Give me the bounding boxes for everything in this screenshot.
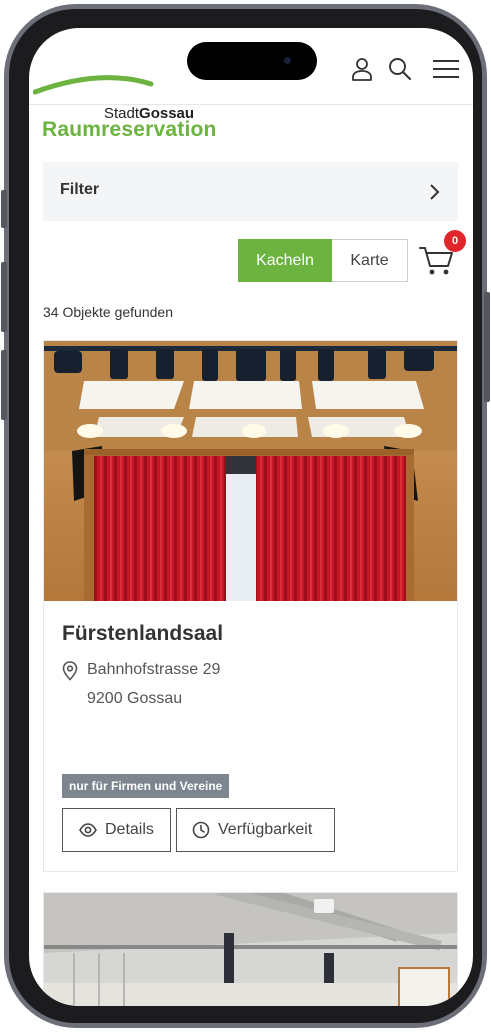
- view-toggle: Kacheln Karte: [238, 239, 408, 282]
- filter-label: Filter: [60, 181, 100, 198]
- menu-icon[interactable]: [431, 56, 461, 82]
- room-address-city: 9200 Gossau: [87, 690, 183, 707]
- restriction-badge: nur für Firmen und Vereine: [62, 774, 230, 798]
- room-card-partial[interactable]: [43, 892, 458, 1006]
- volume-down-button: [1, 350, 7, 420]
- page-title: Raumreservation: [42, 118, 217, 141]
- search-icon[interactable]: [387, 56, 413, 82]
- chevron-right-icon: [430, 184, 440, 200]
- room-photo[interactable]: [44, 341, 457, 601]
- details-label: Details: [105, 821, 154, 838]
- dynamic-island: [187, 42, 317, 80]
- view-map-button[interactable]: Karte: [332, 239, 408, 282]
- cart-count-badge: 0: [444, 230, 466, 252]
- availability-label: Verfügbarkeit: [218, 821, 313, 838]
- room-card[interactable]: Fürstenlandsaal Bahnhofstrasse 29 9200 G…: [43, 340, 458, 872]
- room-title[interactable]: Fürstenlandsaal: [62, 622, 223, 646]
- header-divider: [29, 104, 473, 105]
- results-count: 34 Objekte gefunden: [43, 304, 173, 320]
- room-address-street: Bahnhofstrasse 29: [87, 661, 221, 678]
- screen: StadtGossau Raumreservation Filter Kache…: [29, 28, 473, 1006]
- view-tiles-button[interactable]: Kacheln: [238, 239, 332, 282]
- filter-panel-toggle[interactable]: Filter: [43, 162, 458, 221]
- volume-up-button: [1, 262, 7, 332]
- room-photo[interactable]: [44, 893, 457, 1006]
- details-button[interactable]: Details: [62, 808, 171, 852]
- power-button: [484, 292, 490, 402]
- eye-icon: [79, 823, 97, 837]
- user-icon[interactable]: [351, 56, 377, 82]
- availability-button[interactable]: Verfügbarkeit: [176, 808, 335, 852]
- location-pin-icon: [62, 661, 78, 681]
- action-button: [1, 190, 7, 228]
- clock-icon: [192, 821, 210, 839]
